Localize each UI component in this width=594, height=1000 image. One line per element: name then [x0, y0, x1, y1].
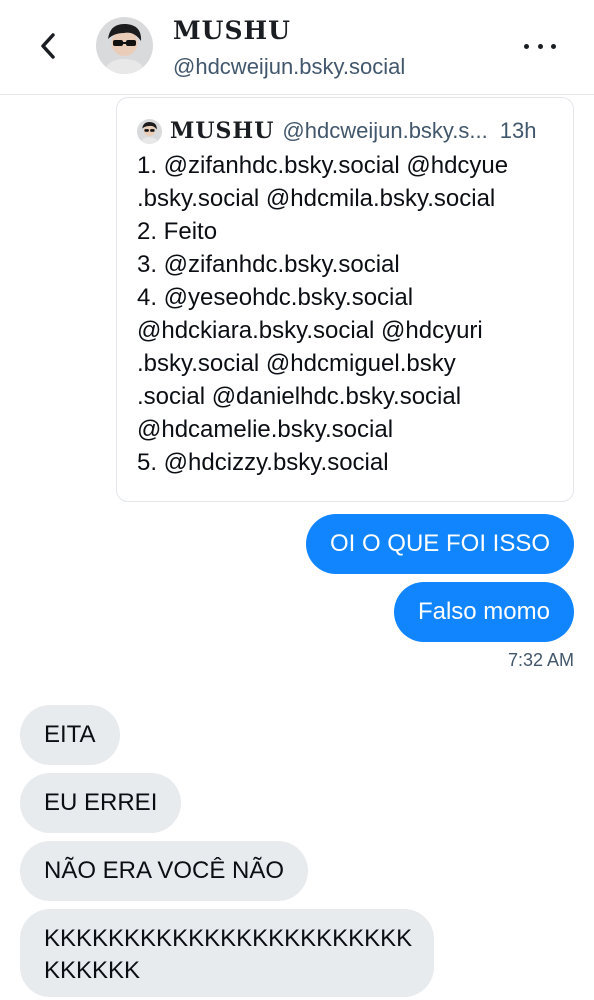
quoted-post-line: 4. @yeseohdc.bsky.social	[137, 284, 414, 311]
chevron-left-icon	[41, 33, 55, 59]
sent-message-bubble[interactable]: OI O QUE FOI ISSO	[305, 514, 574, 574]
quoted-post-line: .social @danielhdc.bsky.social	[137, 383, 462, 410]
quoted-post-line: .bsky.social @hdcmila.bsky.social	[137, 185, 496, 212]
quoted-post-line: 5. @hdcizzy.bsky.social	[137, 449, 389, 476]
avatar[interactable]	[96, 17, 153, 74]
received-message-bubble[interactable]: NÃO ERA VOCÊ NÃO	[20, 841, 309, 901]
quoted-post-line: @hdcamelie.bsky.social	[137, 416, 394, 443]
received-message-line: KKKKKK	[44, 957, 141, 984]
more-options-button[interactable]	[520, 34, 560, 58]
message-timestamp: 7:32 AM	[507, 650, 574, 670]
more-horizontal-icon	[551, 43, 556, 49]
quoted-post-header: MUSHU @hdcweijun.bsky.s... 13h	[137, 118, 567, 144]
quoted-post-line: 2. Feito	[137, 218, 218, 245]
sent-message-bubble[interactable]: Falso momo	[393, 582, 574, 642]
quoted-post-author-handle: @hdcweijun.bsky.s...	[282, 118, 488, 143]
quoted-post-author-name: MUSHU	[170, 118, 275, 144]
avatar-image	[96, 17, 153, 74]
quoted-post-line: 1. @zifanhdc.bsky.social @hdcyue	[137, 152, 509, 179]
back-button[interactable]	[30, 28, 66, 64]
contact-handle: @hdcweijun.bsky.social	[173, 54, 406, 79]
quoted-post-card[interactable]: MUSHU @hdcweijun.bsky.s... 13h 1. @zifan…	[116, 97, 574, 502]
quoted-post-line: 3. @zifanhdc.bsky.social	[137, 251, 400, 278]
more-horizontal-icon	[524, 43, 529, 49]
quoted-post-avatar	[137, 118, 162, 144]
quoted-post-line: @hdckiara.bsky.social @hdcyuri	[137, 317, 483, 344]
more-horizontal-icon	[537, 43, 543, 49]
received-message-bubble[interactable]: EITA	[20, 705, 120, 765]
received-message-line: KKKKKKKKKKKKKKKKKKKKKKK	[44, 925, 413, 952]
received-message-bubble[interactable]: KKKKKKKKKKKKKKKKKKKKKKK KKKKKK	[20, 909, 435, 997]
quoted-post-time: 13h	[499, 118, 537, 143]
received-message-bubble[interactable]: EU ERREI	[20, 773, 182, 833]
contact-name: MUSHU	[173, 16, 291, 45]
quoted-post-line: .bsky.social @hdcmiguel.bsky	[137, 350, 456, 377]
conversation-header: MUSHU @hdcweijun.bsky.social	[0, 0, 594, 95]
